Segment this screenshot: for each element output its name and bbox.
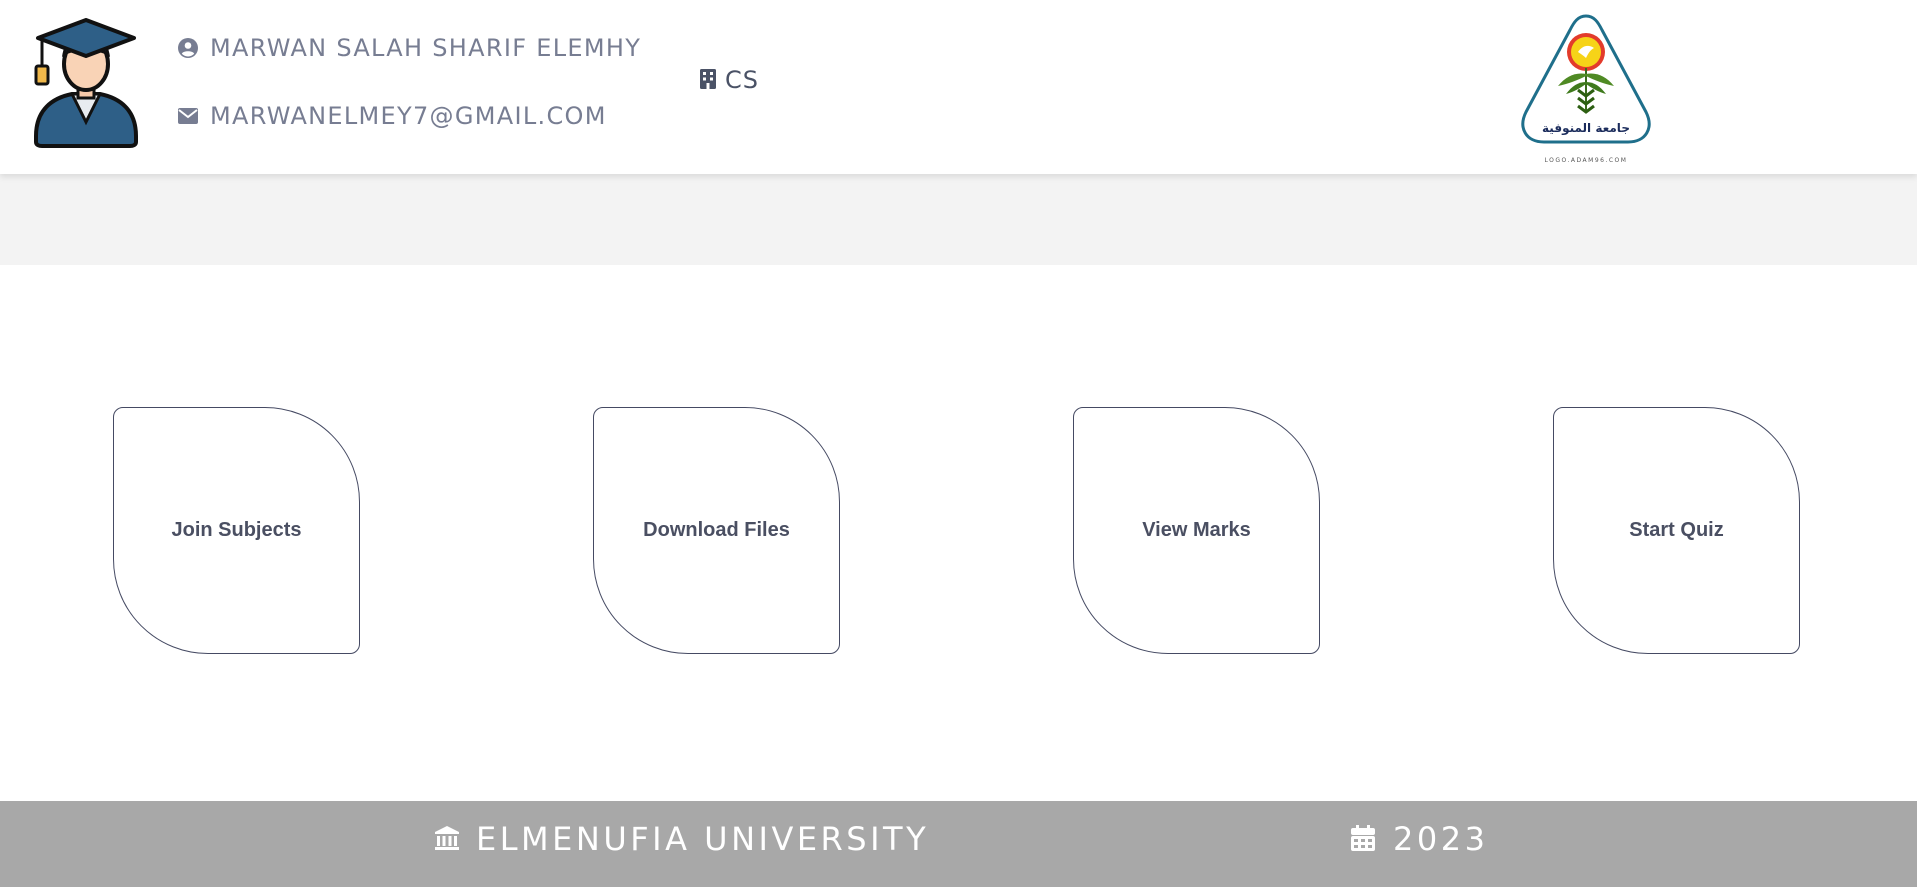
user-circle-icon xyxy=(178,38,198,58)
student-email-row: MARWANELMEY7@GMAIL.COM xyxy=(178,102,607,130)
university-name: ELMENUFIA UNIVERSITY xyxy=(476,820,930,858)
view-marks-button[interactable]: View Marks xyxy=(1073,407,1320,654)
year-label: 2023 xyxy=(1393,820,1489,858)
calendar-icon xyxy=(1351,825,1377,853)
university-icon xyxy=(434,825,460,853)
view-marks-label: View Marks xyxy=(1142,519,1251,541)
footer-university: ELMENUFIA UNIVERSITY xyxy=(434,820,929,858)
download-files-button[interactable]: Download Files xyxy=(593,407,840,654)
student-email: MARWANELMEY7@GMAIL.COM xyxy=(210,102,607,130)
join-subjects-label: Join Subjects xyxy=(171,519,302,541)
start-quiz-label: Start Quiz xyxy=(1629,519,1724,541)
department-label: CS xyxy=(725,66,759,94)
university-logo: جامعة المنوفية xyxy=(1521,14,1651,144)
logo-caption: LOGO.ADAM96.COM xyxy=(1544,157,1628,164)
logo-arabic-text: جامعة المنوفية xyxy=(1542,121,1630,136)
student-name-row: MARWAN SALAH SHARIF ELEMHY xyxy=(178,34,641,62)
start-quiz-button[interactable]: Start Quiz xyxy=(1553,407,1800,654)
download-files-label: Download Files xyxy=(643,519,790,541)
banner-band xyxy=(0,174,1917,265)
graduate-avatar-icon xyxy=(34,18,138,148)
footer: ELMENUFIA UNIVERSITY 2023 xyxy=(0,801,1917,887)
envelope-icon xyxy=(178,106,198,126)
building-icon xyxy=(700,69,716,91)
join-subjects-button[interactable]: Join Subjects xyxy=(113,407,360,654)
department-row: CS xyxy=(700,66,759,94)
header: MARWAN SALAH SHARIF ELEMHY MARWANELMEY7@… xyxy=(0,0,1917,174)
student-name: MARWAN SALAH SHARIF ELEMHY xyxy=(210,34,642,62)
footer-year: 2023 xyxy=(1351,820,1488,858)
